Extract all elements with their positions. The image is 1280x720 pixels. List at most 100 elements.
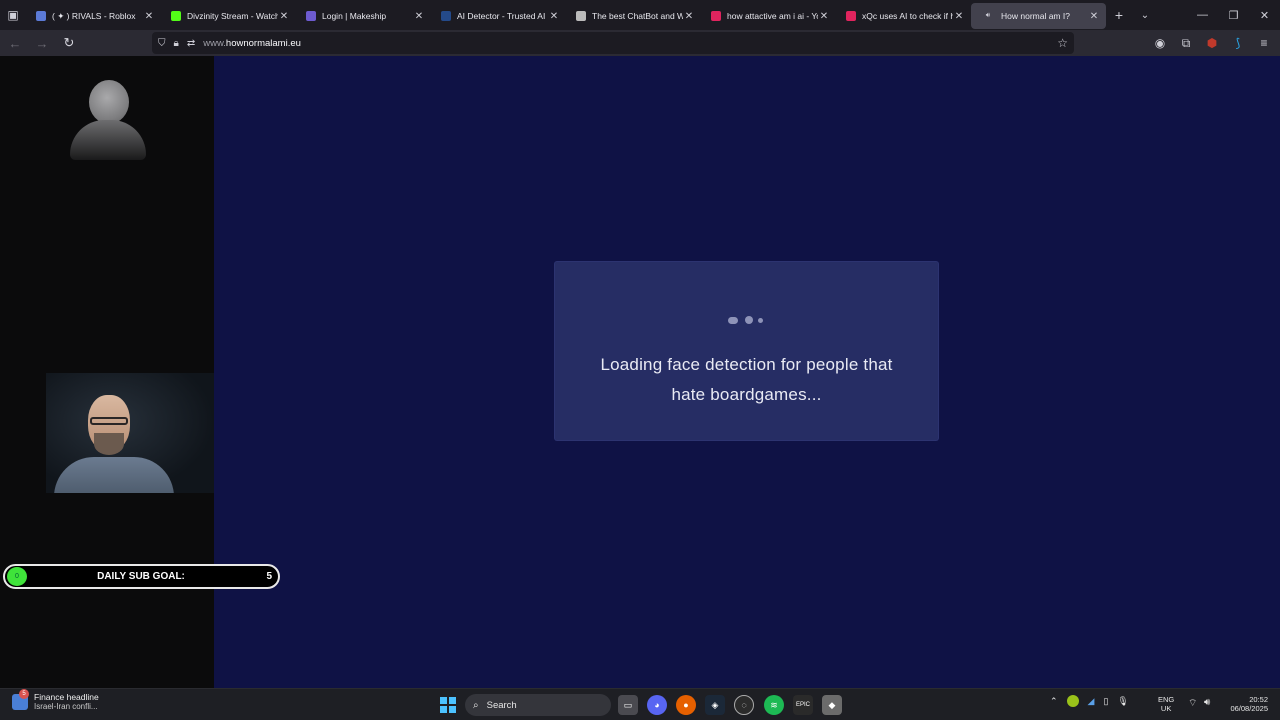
tabs: ( ✦ ) RIVALS - Roblox ✕ Divzinity Stream -… (26, 1, 1106, 29)
windows-taskbar: 5 Finance headline Israel-Iran confli...… (0, 688, 1280, 720)
webcam-person-glasses (90, 417, 128, 425)
makeship-icon (306, 11, 316, 21)
tab-title: ( ✦ ) RIVALS - Roblox (52, 10, 136, 21)
news-subtitle: Israel-Iran confli... (34, 702, 98, 711)
tab-title: xQc uses AI to check if he is attractive (862, 11, 953, 21)
extensions-icon[interactable]: ⧉ (1176, 32, 1196, 54)
loading-message-line1: Loading face detection for people that (600, 355, 893, 374)
browser-tab[interactable]: Login | Makeship ✕ (296, 3, 431, 29)
steam-icon[interactable]: ◈ (705, 695, 725, 715)
tab-title: How normal am I? (1001, 11, 1070, 21)
news-widget[interactable]: 5 Finance headline Israel-Iran confli... (12, 688, 99, 711)
tab-title: how attactive am i ai - YouTube (727, 11, 818, 21)
browser-tab[interactable]: The best ChatBot and Widget✕ (566, 3, 701, 29)
close-tab-icon[interactable]: ✕ (818, 11, 830, 22)
tab-title: AI Detector - Trusted AI Checker (457, 11, 548, 21)
translate-extension-icon[interactable]: ⟆ (1228, 32, 1248, 54)
microphone-icon[interactable]: 🎙︎ (1117, 696, 1128, 707)
window-controls: — ❐ ✕ (1187, 0, 1280, 30)
tab-title: Login | Makeship (322, 11, 387, 21)
webcam-feed (46, 373, 214, 493)
roblox-icon (36, 11, 46, 21)
close-tab-icon[interactable]: ✕ (1088, 11, 1100, 22)
news-title: Finance headline (34, 692, 99, 702)
close-tab-icon[interactable]: ✕ (953, 11, 965, 22)
url-text[interactable]: www.hownormalami.eu (203, 38, 301, 49)
search-label: Search (486, 699, 517, 711)
clock[interactable]: 20:52 06/08/2025 (1230, 695, 1268, 713)
menu-icon[interactable]: ≡ (1254, 32, 1274, 54)
browser-tab[interactable]: AI Detector - Trusted AI Checker✕ (431, 3, 566, 29)
taskbar-search[interactable]: ⌕ Search (465, 694, 611, 716)
tray-app2-icon[interactable]: ◢ (1088, 696, 1095, 707)
youtube-icon (711, 11, 721, 21)
close-tab-icon[interactable]: ✕ (278, 11, 290, 22)
audio-icon: 🔊︎ (985, 12, 991, 19)
tab-title: Divzinity Stream - Watch Live (187, 11, 278, 21)
ai-detector-icon (441, 11, 451, 21)
tab-overflow-chevron-icon[interactable]: ⌄ (1132, 10, 1158, 21)
clock-date: 06/08/2025 (1230, 704, 1268, 713)
navigation-bar: ← → ↻ ⛉ 🔒︎ ⇄ www.hownormalami.eu ☆ ◉ ⧉ ⬢… (0, 30, 1280, 56)
browser-tab[interactable]: Divzinity Stream - Watch Live✕ (161, 3, 296, 29)
close-tab-icon[interactable]: ✕ (413, 11, 425, 22)
daily-sub-goal-bar: 0 DAILY SUB GOAL: 5 (3, 564, 280, 589)
account-icon[interactable]: ◉ (1150, 32, 1170, 54)
battery-icon[interactable]: ▯ (1103, 696, 1108, 707)
back-button[interactable]: ← (3, 31, 27, 55)
reload-button[interactable]: ↻ (57, 31, 81, 55)
ublock-icon[interactable]: ⬢ (1202, 32, 1222, 54)
search-icon: ⌕ (473, 699, 479, 711)
youtube-icon (846, 11, 856, 21)
webcam-person-shirt (54, 457, 174, 493)
file-explorer-icon[interactable]: ▭ (618, 695, 638, 715)
tab-title: The best ChatBot and Widget (592, 11, 683, 21)
discord-icon[interactable]: ◕ (647, 695, 667, 715)
wifi-icon[interactable]: ⌔ (1188, 697, 1197, 710)
app-icon[interactable]: ◆ (822, 695, 842, 715)
kick-icon (171, 11, 181, 21)
lock-icon[interactable]: 🔒︎ (174, 38, 179, 49)
epic-games-icon[interactable]: EPIC (793, 695, 813, 715)
new-tab-button[interactable]: + (1106, 7, 1132, 23)
language-indicator[interactable]: ENG UK (1158, 695, 1174, 713)
restore-button[interactable]: ❐ (1218, 0, 1249, 30)
avatar-placeholder-head (89, 80, 129, 124)
loading-message: Loading face detection for people that h… (575, 350, 918, 410)
chatbot-icon (576, 11, 586, 21)
minimize-button[interactable]: — (1187, 0, 1218, 30)
webcam-person-beard (94, 433, 124, 455)
close-tab-icon[interactable]: ✕ (683, 11, 695, 22)
tray-app-icon[interactable] (1066, 695, 1079, 707)
forward-button[interactable]: → (30, 31, 54, 55)
loading-message-line2: hate boardgames... (671, 385, 822, 404)
volume-icon[interactable]: 🔊︎ (1204, 697, 1210, 708)
browser-tab[interactable]: xQc uses AI to check if he is attractive… (836, 3, 971, 29)
loading-card: Loading face detection for people that h… (555, 262, 938, 440)
keyboard-region: UK (1160, 704, 1172, 713)
shield-icon[interactable]: ⛉ (158, 38, 166, 49)
close-tab-icon[interactable]: ✕ (143, 11, 155, 22)
start-button-icon[interactable] (440, 697, 456, 713)
tab-list-button[interactable]: ▣ (0, 0, 26, 30)
system-tray: ⌃ ◢ ▯ 🎙︎ (1050, 695, 1129, 707)
tab-strip: ▣ ( ✦ ) RIVALS - Roblox ✕ Divzinity Stream… (0, 0, 1280, 30)
bookmark-star-icon[interactable]: ☆ (1057, 36, 1068, 50)
loading-spinner-icon (727, 315, 767, 325)
close-window-button[interactable]: ✕ (1249, 0, 1280, 30)
url-bar[interactable]: ⛉ 🔒︎ ⇄ www.hownormalami.eu ☆ (152, 32, 1074, 54)
news-badge: 5 (19, 688, 29, 699)
sub-goal-label: DAILY SUB GOAL: (97, 571, 185, 582)
toolbar-right: ◉ ⧉ ⬢ ⟆ ≡ (1150, 32, 1274, 54)
language-code: ENG (1158, 695, 1175, 704)
spotify-icon[interactable]: ≋ (764, 695, 784, 715)
browser-tab[interactable]: how attactive am i ai - YouTube✕ (701, 3, 836, 29)
page-settings-icon[interactable]: ⇄ (187, 38, 195, 49)
browser-tab[interactable]: 🔊︎ How normal am I? ✕ (971, 3, 1106, 29)
obs-icon[interactable]: ◌ (734, 695, 754, 715)
close-tab-icon[interactable]: ✕ (548, 11, 560, 22)
tray-overflow-icon[interactable]: ⌃ (1050, 696, 1058, 707)
news-widget-icon: 5 (12, 688, 29, 710)
firefox-icon[interactable]: ● (676, 695, 696, 715)
browser-tab[interactable]: ( ✦ ) RIVALS - Roblox ✕ (26, 3, 161, 29)
